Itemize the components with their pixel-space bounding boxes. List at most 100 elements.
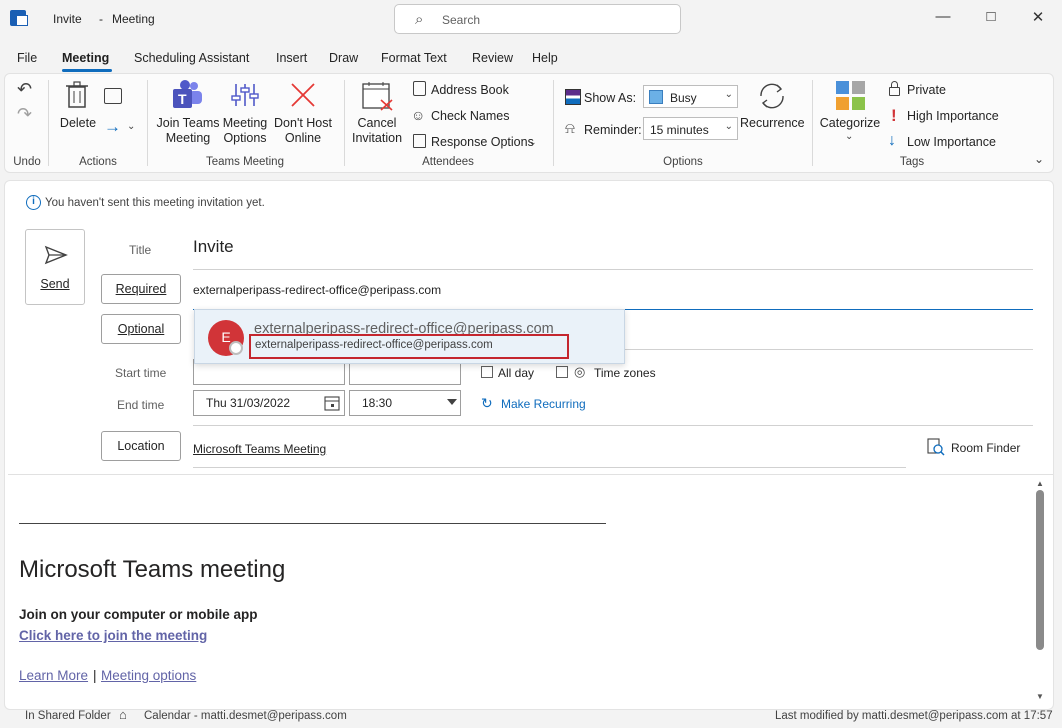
time-zones-checkbox[interactable] bbox=[556, 366, 568, 378]
optional-underline bbox=[625, 349, 1033, 350]
join-teams-button-line1[interactable]: Join Teams bbox=[156, 116, 220, 131]
address-book-button[interactable]: Address Book bbox=[431, 83, 509, 97]
reminder-select[interactable]: 15 minutes ⌄ bbox=[643, 117, 738, 140]
private-button[interactable]: Private bbox=[907, 83, 946, 97]
undo-icon[interactable]: ↶ bbox=[17, 79, 32, 100]
show-as-select[interactable]: Busy ⌄ bbox=[643, 85, 738, 108]
title-input[interactable]: Invite bbox=[193, 237, 234, 257]
ribbon-separator bbox=[812, 80, 813, 166]
window-subtitle: Meeting bbox=[112, 12, 155, 26]
maximize-icon[interactable]: □ bbox=[981, 8, 1001, 28]
location-input[interactable]: Microsoft Teams Meeting bbox=[193, 442, 326, 456]
bell-icon: ⍾ bbox=[565, 120, 575, 137]
teams-icon: T bbox=[173, 80, 202, 108]
ribbon-collapse-chevron-icon[interactable]: ⌄ bbox=[1034, 152, 1044, 166]
menu-draw[interactable]: Draw bbox=[329, 51, 358, 65]
menu-file[interactable]: File bbox=[17, 51, 37, 65]
calendar-icon[interactable] bbox=[324, 395, 340, 411]
send-icon bbox=[44, 245, 68, 265]
join-teams-button-line2[interactable]: Meeting bbox=[156, 131, 220, 146]
join-label: Join on your computer or mobile app bbox=[19, 607, 258, 622]
categorize-button[interactable]: Categorize bbox=[818, 116, 882, 131]
send-button[interactable]: Send bbox=[25, 229, 85, 305]
join-meeting-link[interactable]: Click here to join the meeting bbox=[19, 628, 207, 643]
redo-icon[interactable]: ↷ bbox=[17, 104, 32, 125]
response-options-icon bbox=[413, 134, 426, 148]
search-box[interactable]: ⌕ Search bbox=[394, 4, 681, 34]
chevron-down-icon: ⌄ bbox=[724, 121, 733, 132]
menu-meeting[interactable]: Meeting bbox=[62, 51, 109, 65]
recurrence-icon bbox=[760, 83, 784, 109]
options-group-label: Options bbox=[663, 156, 703, 168]
scroll-up-icon[interactable]: ▲ bbox=[1036, 479, 1044, 488]
forward-arrow-icon[interactable]: → bbox=[104, 117, 121, 137]
teams-meeting-group-label: Teams Meeting bbox=[206, 156, 284, 168]
required-input[interactable]: externalperipass-redirect-office@peripas… bbox=[193, 283, 441, 297]
menu-format-text[interactable]: Format Text bbox=[381, 51, 447, 65]
ribbon-separator bbox=[344, 80, 345, 166]
svg-text:T: T bbox=[178, 91, 187, 107]
end-time-label: End time bbox=[117, 398, 165, 412]
response-options-button[interactable]: Response Options bbox=[431, 135, 534, 149]
chevron-down-icon[interactable]: ⌄ bbox=[127, 121, 135, 132]
minimize-icon[interactable]: — bbox=[933, 8, 953, 28]
close-icon[interactable]: ✕ bbox=[1028, 8, 1048, 28]
make-recurring-button[interactable]: Make Recurring bbox=[501, 397, 586, 411]
high-importance-icon: ! bbox=[891, 106, 897, 125]
chevron-down-icon: ⌄ bbox=[724, 89, 733, 100]
end-time-select[interactable]: 18:30 bbox=[349, 390, 461, 416]
cancel-invitation-icon bbox=[362, 82, 393, 111]
ribbon-separator bbox=[48, 80, 49, 166]
high-importance-button[interactable]: High Importance bbox=[907, 109, 999, 123]
calendar-forward-icon[interactable] bbox=[104, 88, 122, 104]
scrollbar-thumb[interactable] bbox=[1036, 490, 1044, 650]
last-modified-label: Last modified by matti.desmet@peripass.c… bbox=[775, 710, 1053, 722]
ribbon-separator bbox=[147, 80, 148, 166]
meeting-options-button-line1[interactable]: Meeting bbox=[220, 116, 270, 131]
cancel-invitation-line1[interactable]: Cancel bbox=[348, 116, 406, 131]
menu-help[interactable]: Help bbox=[532, 51, 558, 65]
meeting-options-button-line2[interactable]: Options bbox=[220, 131, 270, 146]
menu-review[interactable]: Review bbox=[472, 51, 513, 65]
address-book-icon bbox=[413, 81, 426, 96]
time-zones-label: Time zones bbox=[594, 366, 656, 380]
location-button[interactable]: Location bbox=[101, 431, 181, 461]
cancel-invitation-line2[interactable]: Invitation bbox=[348, 131, 406, 146]
room-finder-icon bbox=[927, 438, 945, 456]
delete-button[interactable]: Delete bbox=[57, 116, 99, 131]
teams-meeting-heading: Microsoft Teams meeting bbox=[19, 556, 286, 583]
end-time-value: 18:30 bbox=[362, 396, 393, 410]
end-date-input[interactable]: Thu 31/03/2022 bbox=[193, 390, 345, 416]
title-label: Title bbox=[129, 243, 152, 257]
search-icon: ⌕ bbox=[415, 11, 424, 28]
required-button[interactable]: Required bbox=[101, 274, 181, 304]
meeting-options-link[interactable]: Meeting options bbox=[101, 668, 196, 683]
dropdown-triangle-icon bbox=[447, 399, 457, 405]
room-finder-button[interactable]: Room Finder bbox=[951, 441, 1020, 455]
check-names-icon: ☺ bbox=[411, 107, 426, 123]
low-importance-button[interactable]: Low Importance bbox=[907, 135, 996, 149]
lock-icon bbox=[889, 81, 900, 96]
chevron-down-icon[interactable]: ⌄ bbox=[845, 131, 853, 142]
dont-host-online-line2[interactable]: Online bbox=[270, 131, 336, 146]
make-recurring-icon: ↻ bbox=[481, 395, 493, 411]
tags-group-label: Tags bbox=[899, 156, 925, 168]
outlook-app-icon[interactable] bbox=[10, 10, 28, 26]
menu-scheduling-assistant[interactable]: Scheduling Assistant bbox=[134, 51, 249, 65]
all-day-checkbox[interactable] bbox=[481, 366, 493, 378]
link-separator: | bbox=[93, 668, 97, 683]
presence-status-icon bbox=[229, 341, 243, 355]
learn-more-link[interactable]: Learn More bbox=[19, 668, 88, 683]
highlight-box bbox=[249, 334, 569, 359]
optional-button[interactable]: Optional bbox=[101, 314, 181, 344]
scroll-down-icon[interactable]: ▼ bbox=[1036, 692, 1044, 701]
globe-icon: ◎ bbox=[574, 364, 586, 379]
recurrence-button[interactable]: Recurrence bbox=[740, 116, 805, 131]
check-names-button[interactable]: Check Names bbox=[431, 109, 510, 123]
undo-group-label: Undo bbox=[13, 156, 41, 168]
info-icon: i bbox=[26, 195, 41, 210]
dont-host-online-line1[interactable]: Don't Host bbox=[270, 116, 336, 131]
chevron-down-icon[interactable]: ⌄ bbox=[529, 137, 537, 148]
calendar-folder-label: Calendar - matti.desmet@peripass.com bbox=[144, 710, 347, 722]
menu-insert[interactable]: Insert bbox=[276, 51, 307, 65]
